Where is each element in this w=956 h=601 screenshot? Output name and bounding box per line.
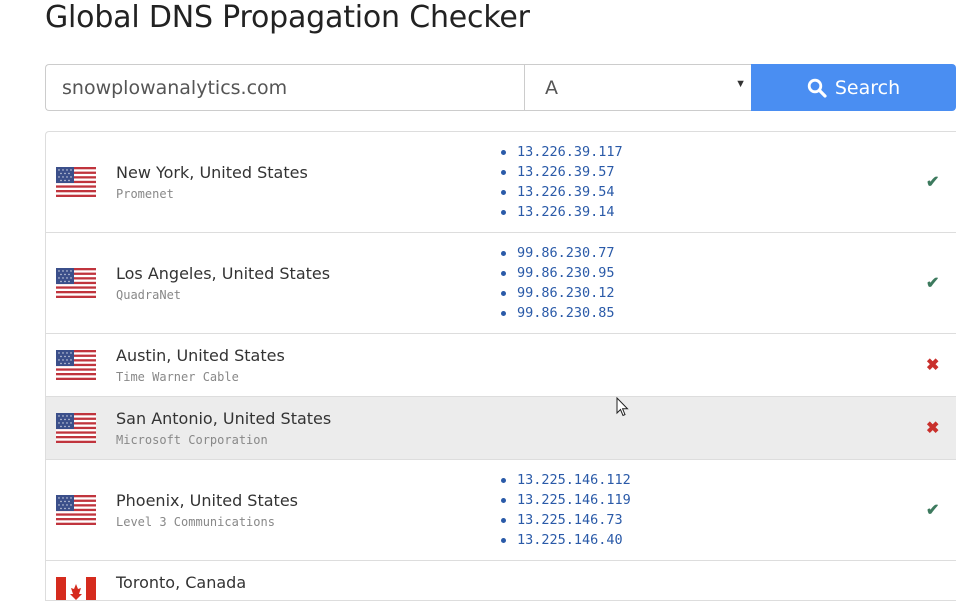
search-button-label: Search (834, 76, 901, 99)
result-row[interactable]: New York, United States Promenet 13.226.… (46, 132, 956, 233)
location-name: Los Angeles, United States (116, 264, 331, 283)
ip-address: 99.86.230.77 (498, 243, 615, 263)
result-row[interactable]: San Antonio, United States Microsoft Cor… (46, 397, 956, 460)
cross-icon: ✖ (926, 357, 940, 374)
result-row[interactable]: Los Angeles, United States QuadraNet 99.… (46, 233, 956, 334)
results-list: New York, United States Promenet 13.226.… (45, 131, 956, 601)
ip-address: 13.225.146.119 (498, 490, 631, 510)
isp-name: QuadraNet (116, 288, 182, 302)
search-button[interactable]: Search (751, 64, 956, 111)
isp-name: Time Warner Cable (116, 370, 239, 384)
page-title: Global DNS Propagation Checker (45, 0, 530, 35)
ip-address: 13.226.39.14 (498, 202, 623, 222)
search-bar: A ▼ Search (45, 64, 956, 111)
ip-list: 13.226.39.117 13.226.39.57 13.226.39.54 … (498, 142, 623, 222)
mouse-cursor-icon (616, 397, 629, 417)
ip-address: 13.226.39.117 (498, 142, 623, 162)
result-row[interactable]: Austin, United States Time Warner Cable … (46, 334, 956, 397)
record-type-select[interactable]: A ▼ (524, 64, 753, 111)
check-icon: ✔ (926, 174, 940, 191)
location-name: Toronto, Canada (116, 573, 247, 592)
isp-name: Microsoft Corporation (116, 433, 268, 447)
check-icon: ✔ (926, 502, 940, 519)
ip-address: 99.86.230.85 (498, 303, 615, 323)
ip-address: 13.225.146.40 (498, 530, 631, 550)
ip-address: 13.226.39.57 (498, 162, 623, 182)
location-name: Austin, United States (116, 346, 285, 365)
check-icon: ✔ (926, 275, 940, 292)
location-name: San Antonio, United States (116, 409, 332, 428)
ip-address: 99.86.230.95 (498, 263, 615, 283)
us-flag-icon (56, 167, 96, 197)
result-row[interactable]: Phoenix, United States Level 3 Communica… (46, 460, 956, 561)
ip-list: 13.225.146.112 13.225.146.119 13.225.146… (498, 470, 631, 550)
ip-address: 13.225.146.112 (498, 470, 631, 490)
isp-name: Level 3 Communications (116, 515, 275, 529)
domain-input[interactable] (45, 64, 541, 111)
result-row[interactable]: Toronto, Canada (46, 561, 956, 600)
us-flag-icon (56, 268, 96, 298)
us-flag-icon (56, 495, 96, 525)
isp-name: Promenet (116, 187, 174, 201)
ip-address: 13.225.146.73 (498, 510, 631, 530)
ip-address: 13.226.39.54 (498, 182, 623, 202)
us-flag-icon (56, 350, 96, 380)
location-name: New York, United States (116, 163, 308, 182)
ip-address: 99.86.230.12 (498, 283, 615, 303)
ip-list: 99.86.230.77 99.86.230.95 99.86.230.12 9… (498, 243, 615, 323)
record-type-value: A (545, 77, 558, 99)
location-name: Phoenix, United States (116, 491, 298, 510)
caret-down-icon: ▼ (735, 78, 746, 90)
ca-flag-icon (56, 577, 96, 600)
us-flag-icon (56, 413, 96, 443)
cross-icon: ✖ (926, 420, 940, 437)
search-icon (807, 78, 827, 98)
